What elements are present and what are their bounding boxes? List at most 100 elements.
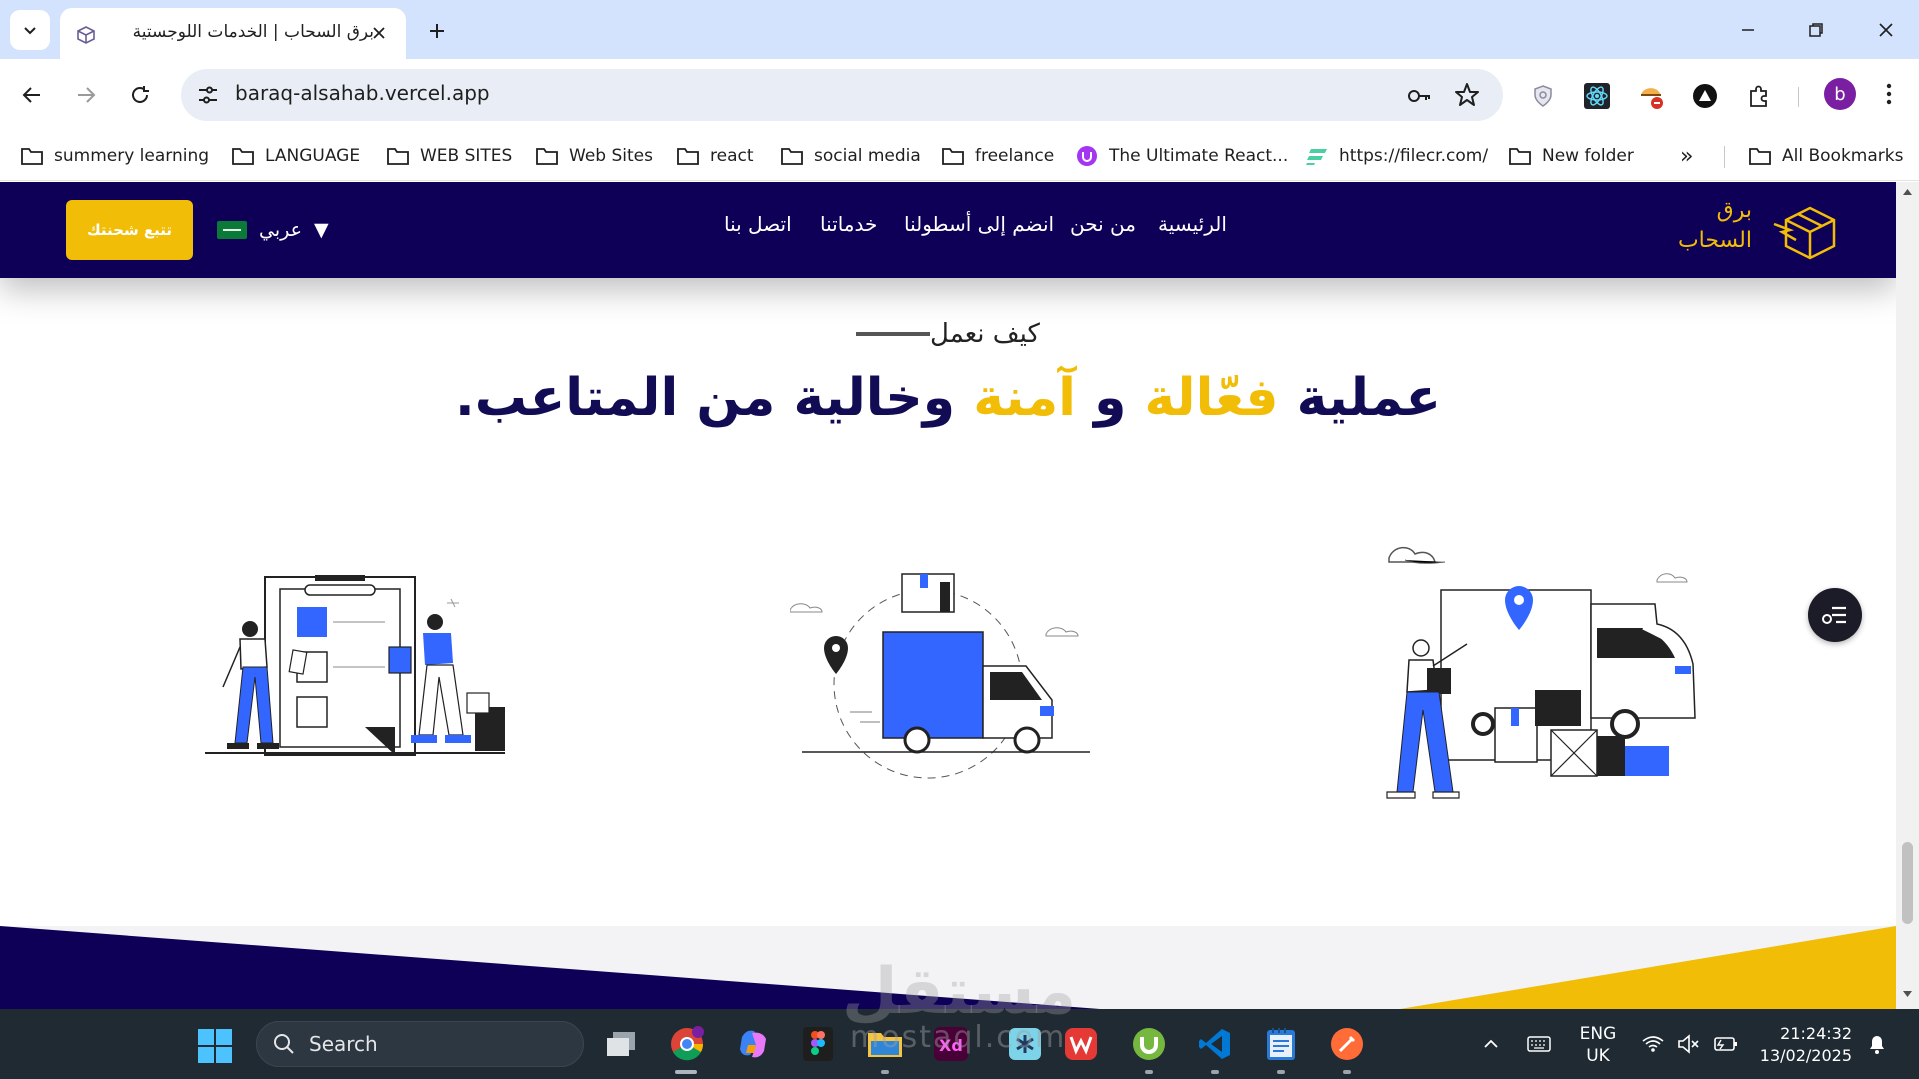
restore-button[interactable] xyxy=(1788,8,1844,52)
bookmark-react[interactable]: react xyxy=(676,139,754,173)
volume-status[interactable] xyxy=(1676,1031,1702,1057)
nav-home[interactable]: الرئيسية xyxy=(1158,212,1227,236)
folder-icon xyxy=(677,148,699,165)
extension-vercel[interactable] xyxy=(1690,81,1720,111)
bookmark-ultimate-react[interactable]: The Ultimate React... xyxy=(1075,139,1288,173)
bookmark-label: WEB SITES xyxy=(420,146,513,166)
toolbar-divider xyxy=(1798,87,1799,107)
battery-status[interactable] xyxy=(1712,1031,1738,1057)
search-placeholder: Search xyxy=(309,1032,378,1056)
bookmark-web-sites-upper[interactable]: WEB SITES xyxy=(386,139,512,173)
minimize-button[interactable] xyxy=(1720,8,1776,52)
floating-menu-button[interactable] xyxy=(1808,588,1862,642)
scrollbar-thumb[interactable] xyxy=(1902,842,1913,924)
plus-icon xyxy=(430,24,444,38)
forward-button[interactable] xyxy=(66,75,106,115)
new-tab-button[interactable] xyxy=(420,14,454,48)
postman-icon xyxy=(1331,1028,1363,1060)
brand-logo[interactable]: برق السحاب xyxy=(1668,196,1838,266)
browser-menu-button[interactable] xyxy=(1874,79,1904,109)
language-selector[interactable]: عربي ▼ xyxy=(217,212,329,248)
bookmark-label: LANGUAGE xyxy=(265,146,361,166)
taskbar-vscode[interactable] xyxy=(1194,1023,1236,1065)
all-bookmarks-button[interactable]: All Bookmarks xyxy=(1748,139,1903,173)
taskbar-postman[interactable] xyxy=(1326,1023,1368,1065)
explorer-running-indicator xyxy=(881,1070,889,1074)
star-icon[interactable] xyxy=(1453,81,1481,109)
scroll-up-arrow-icon[interactable] xyxy=(1902,188,1913,196)
notifications-button[interactable] xyxy=(1864,1031,1890,1057)
taskbar-notepad[interactable] xyxy=(1260,1023,1302,1065)
notepad-icon xyxy=(1267,1028,1295,1060)
nav-services[interactable]: خدماتنا xyxy=(820,212,877,236)
arrow-right-icon xyxy=(78,87,96,103)
watermark-logo: مستقل xyxy=(842,955,1077,1029)
search-icon xyxy=(274,1034,294,1054)
bookmark-filecr[interactable]: https://filecr.com/ xyxy=(1305,139,1488,173)
touch-keyboard-button[interactable] xyxy=(1526,1031,1552,1057)
taskbar-search[interactable]: Search xyxy=(256,1021,584,1067)
tab-search-button[interactable] xyxy=(10,10,50,50)
vscode-running-indicator xyxy=(1211,1070,1219,1074)
close-window-button[interactable] xyxy=(1858,8,1914,52)
taskbar-utorrent[interactable] xyxy=(1128,1023,1170,1065)
arrow-left-icon xyxy=(22,87,40,103)
vscode-icon xyxy=(1199,1029,1230,1059)
folder-icon xyxy=(232,148,254,165)
task-view-button[interactable] xyxy=(600,1023,642,1065)
wifi-icon xyxy=(1642,1036,1664,1052)
taskbar-copilot[interactable] xyxy=(732,1023,774,1065)
udemy-icon xyxy=(1077,146,1097,166)
bell-icon xyxy=(1870,1036,1884,1054)
nav-about[interactable]: من نحن xyxy=(1070,212,1136,236)
tab-title: برق السحاب | الخدمات اللوجستية xyxy=(132,22,374,42)
scroll-down-arrow-icon[interactable] xyxy=(1902,990,1913,998)
bookmark-label: New folder xyxy=(1542,146,1634,166)
bookmark-social-media[interactable]: social media xyxy=(780,139,921,173)
bookmark-label: https://filecr.com/ xyxy=(1339,146,1489,166)
system-clock[interactable]: 21:24:32 13/02/2025 xyxy=(1752,1023,1852,1067)
back-button[interactable] xyxy=(12,75,52,115)
more-bookmarks-button[interactable]: » xyxy=(1680,139,1693,173)
chrome-active-indicator xyxy=(675,1070,697,1074)
reload-button[interactable] xyxy=(120,75,160,115)
bookmark-label: summery learning xyxy=(54,146,210,166)
extension-shield[interactable] xyxy=(1528,81,1558,111)
show-hidden-icons-button[interactable] xyxy=(1478,1031,1504,1057)
input-language-region: UK xyxy=(1586,1046,1610,1066)
wifi-status[interactable] xyxy=(1640,1031,1666,1057)
extensions-button[interactable] xyxy=(1744,81,1774,111)
bookmark-web-sites[interactable]: Web Sites xyxy=(535,139,653,173)
bookmark-freelance[interactable]: freelance xyxy=(941,139,1054,173)
bookmark-summery-learning[interactable]: summery learning xyxy=(20,139,209,173)
taskbar-figma[interactable] xyxy=(797,1023,839,1065)
nav-contact[interactable]: اتصل بنا xyxy=(724,212,792,236)
key-icon[interactable] xyxy=(1405,82,1433,110)
wps-office-icon xyxy=(1065,1028,1097,1060)
folder-icon xyxy=(1509,148,1531,165)
kebab-menu-icon xyxy=(1886,83,1892,105)
title-word-hassle-free: وخالية من المتاعب. xyxy=(454,368,956,428)
taskbar-chrome[interactable] xyxy=(666,1023,708,1065)
windows-start-icon[interactable] xyxy=(196,1027,234,1065)
site-settings-icon[interactable] xyxy=(195,82,221,108)
bookmark-language[interactable]: LANGUAGE xyxy=(231,139,360,173)
brand-name-line2: السحاب xyxy=(1677,228,1752,253)
folder-icon xyxy=(387,148,409,165)
address-bar[interactable]: baraq-alsahab.vercel.app xyxy=(181,69,1503,121)
page-scrollbar[interactable] xyxy=(1896,182,1919,1009)
restore-icon xyxy=(1809,23,1823,37)
nav-join-fleet[interactable]: انضم إلى أسطولنا xyxy=(904,212,1054,236)
bookmark-label: All Bookmarks xyxy=(1782,146,1904,166)
active-tab[interactable]: برق السحاب | الخدمات اللوجستية xyxy=(60,8,406,59)
brand-name-line1: برق xyxy=(1716,198,1752,223)
track-shipment-button[interactable]: تتبع شحنتك xyxy=(66,200,193,260)
tab-close-button[interactable] xyxy=(366,20,392,46)
extension-react-devtools[interactable] xyxy=(1582,81,1612,111)
bookmarks-bar: summery learning LANGUAGE WEB SITES Web … xyxy=(0,131,1919,181)
bookmark-new-folder[interactable]: New folder xyxy=(1508,139,1634,173)
reload-icon xyxy=(132,86,149,103)
extension-cookie[interactable] xyxy=(1636,81,1666,111)
input-language-indicator[interactable]: ENG UK xyxy=(1576,1023,1620,1067)
profile-avatar[interactable]: b xyxy=(1824,78,1856,110)
